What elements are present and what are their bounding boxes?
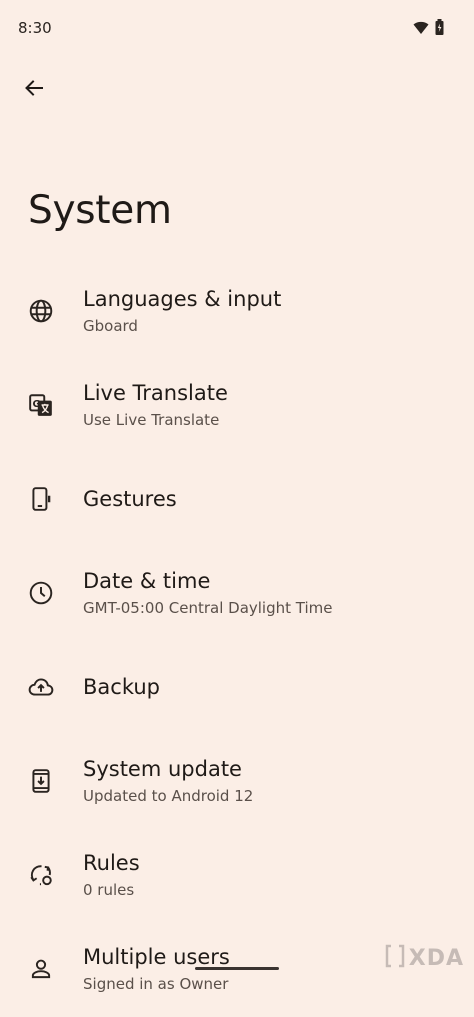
settings-list: Languages & input Gboard G Live Translat… [0, 265, 474, 1017]
settings-item-gestures[interactable]: Gestures [0, 453, 474, 547]
item-subtitle: 0 rules [83, 881, 135, 899]
settings-item-system-update[interactable]: System update Updated to Android 12 [0, 735, 474, 829]
item-subtitle: Use Live Translate [83, 411, 220, 429]
svg-text:G: G [33, 399, 41, 410]
item-title: Backup [83, 675, 160, 699]
back-button[interactable] [14, 70, 54, 110]
item-title: Languages & input [83, 287, 282, 311]
item-subtitle: Signed in as Owner [83, 975, 229, 993]
wifi-icon [413, 20, 429, 39]
settings-item-backup[interactable]: Backup [0, 641, 474, 735]
item-title: System update [83, 757, 242, 781]
xda-logo-icon [385, 944, 405, 972]
item-title: Rules [83, 851, 140, 875]
system-update-icon [26, 766, 56, 796]
item-title: Live Translate [83, 381, 228, 405]
item-subtitle: Gboard [83, 317, 138, 335]
cloud-upload-icon [26, 672, 56, 702]
settings-item-rules[interactable]: Rules 0 rules [0, 829, 474, 923]
page-title: System [28, 188, 172, 233]
status-time: 8:30 [18, 19, 52, 37]
clock-icon [26, 578, 56, 608]
phone-gesture-icon [26, 484, 56, 514]
rules-icon [26, 860, 56, 890]
globe-icon [26, 296, 56, 326]
xda-watermark: XDA [385, 944, 464, 972]
person-icon [26, 954, 56, 984]
item-subtitle: Updated to Android 12 [83, 787, 254, 805]
item-title: Date & time [83, 569, 211, 593]
battery-icon [435, 19, 444, 39]
navigation-handle[interactable] [195, 967, 279, 970]
translate-icon: G [26, 390, 56, 420]
settings-item-date-time[interactable]: Date & time GMT-05:00 Central Daylight T… [0, 547, 474, 641]
status-bar: 8:30 [0, 0, 474, 56]
item-title: Gestures [83, 487, 177, 511]
arrow-back-icon [24, 78, 44, 102]
settings-item-live-translate[interactable]: G Live Translate Use Live Translate [0, 359, 474, 453]
settings-item-languages-input[interactable]: Languages & input Gboard [0, 265, 474, 359]
item-subtitle: GMT-05:00 Central Daylight Time [83, 599, 333, 617]
status-icons [413, 19, 444, 39]
watermark-text: XDA [408, 945, 464, 971]
